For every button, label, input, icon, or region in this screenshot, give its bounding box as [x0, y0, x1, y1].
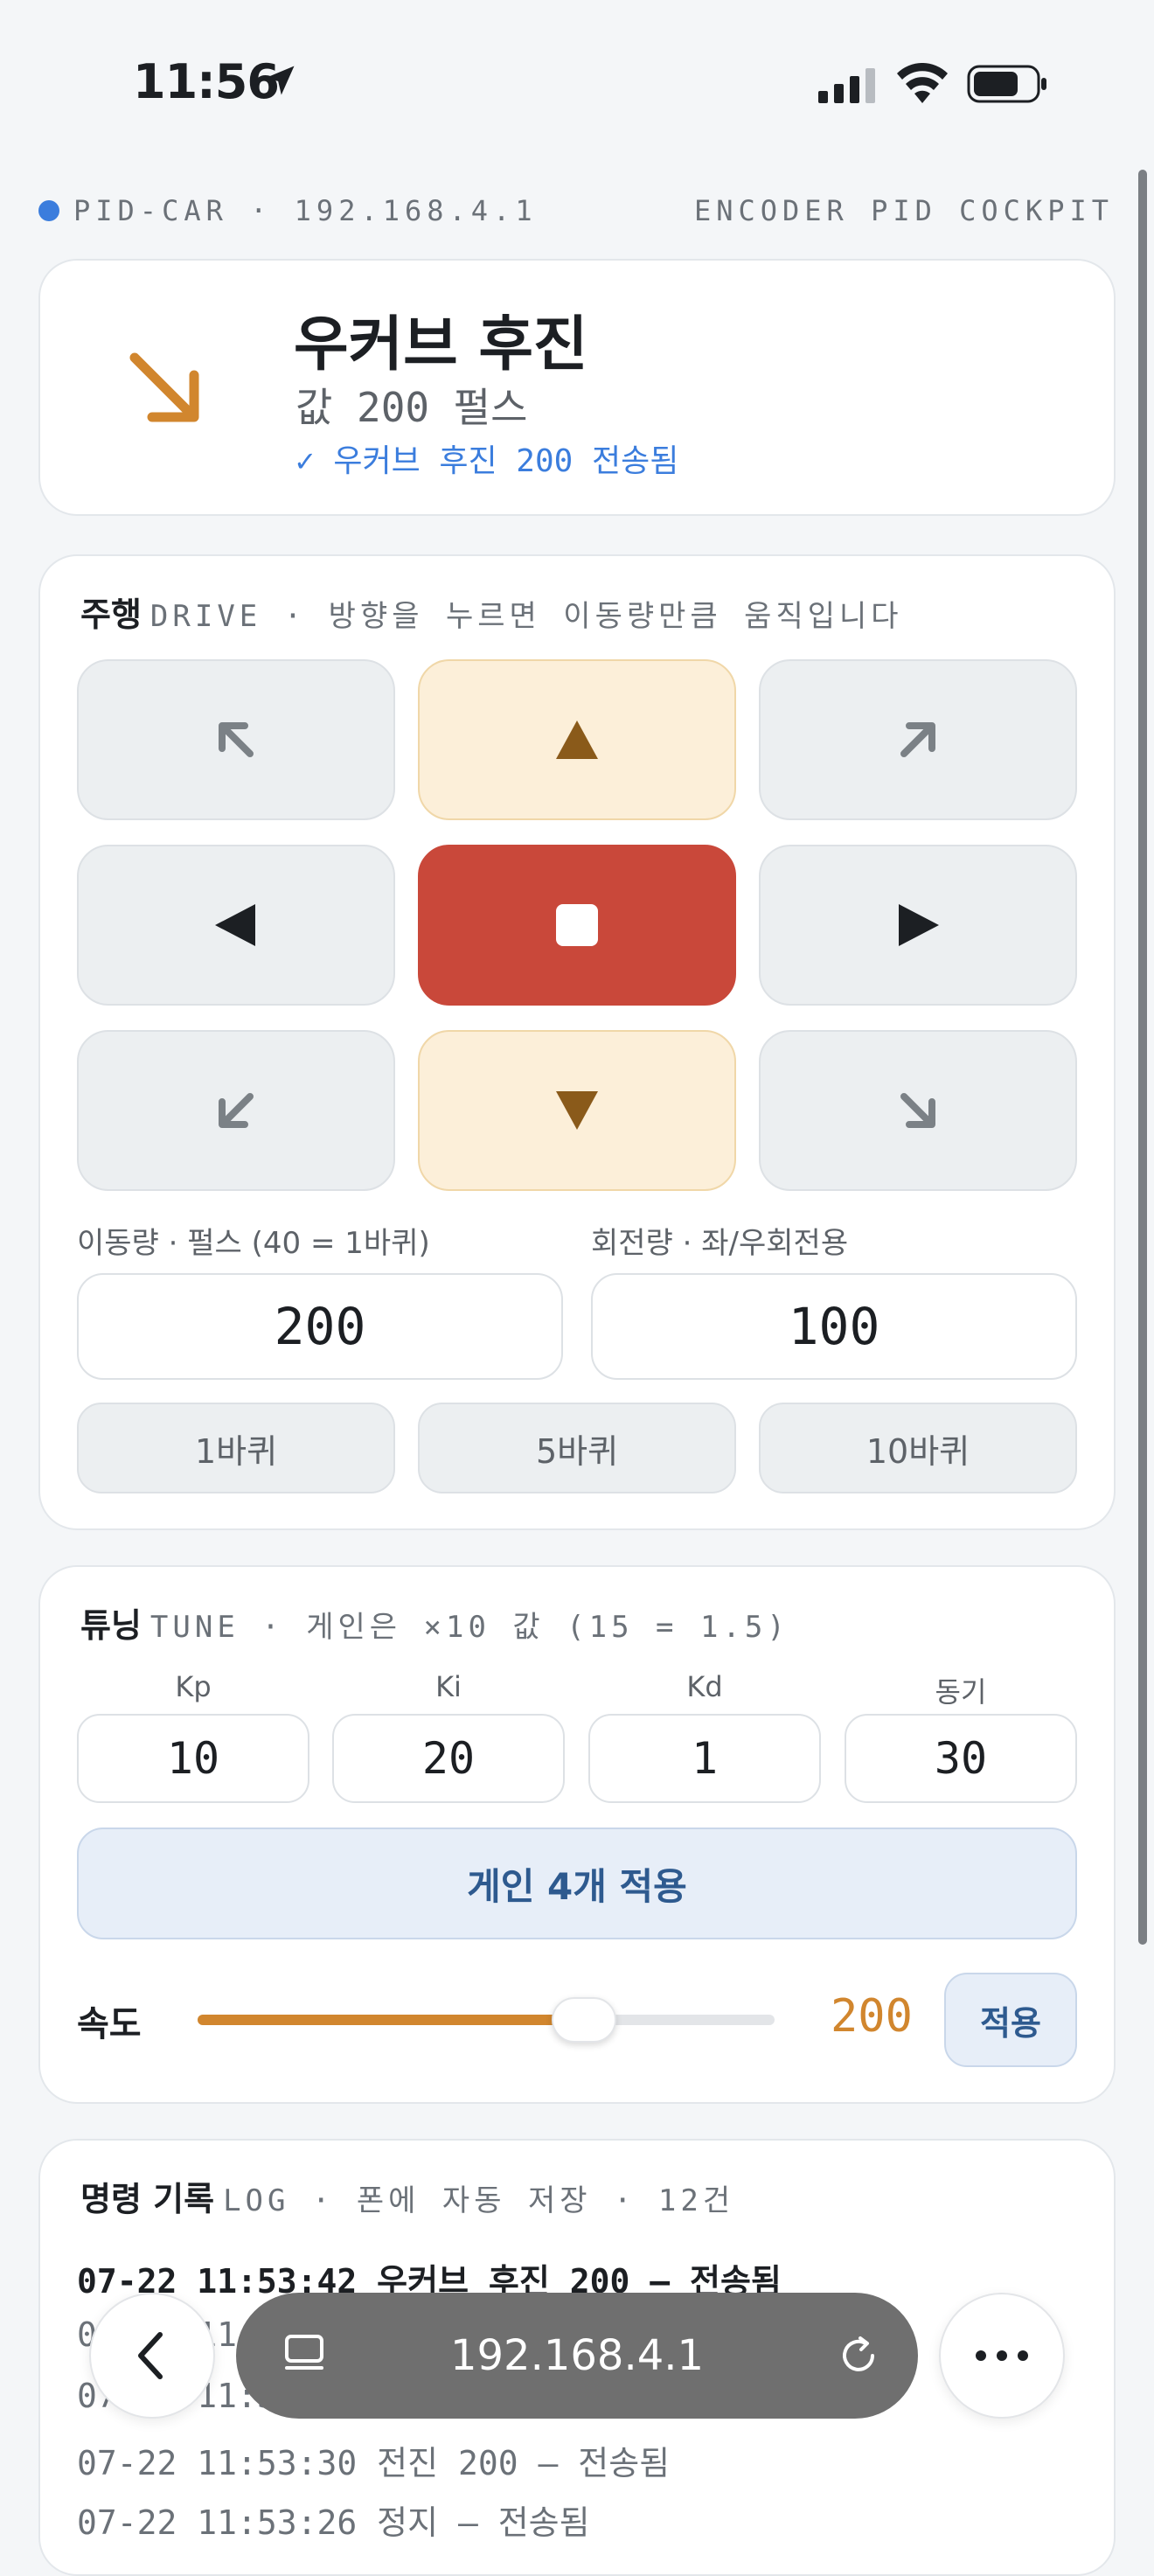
log-entry: 07-22 11:53:30 전진 200 — 전송됨 — [77, 2444, 671, 2482]
distance-label: 이동량 · 펄스 (40 = 1바퀴) — [77, 1226, 430, 1261]
location-arrow-icon — [265, 66, 295, 95]
kp-label: Kp — [175, 1670, 212, 1703]
apply-gains-button[interactable]: 게인 4개 적용 — [77, 1828, 1077, 1939]
wifi-icon — [897, 63, 948, 103]
arrow-up-left-icon — [219, 722, 254, 757]
triangle-down-icon — [556, 1091, 598, 1130]
command-sent-status: ✓ 우커브 후진 200 전송됨 — [295, 443, 679, 479]
tabs-icon — [285, 2335, 323, 2370]
backward-button[interactable] — [418, 1030, 736, 1191]
device-header: PID-CAR · 192.168.4.1 — [38, 194, 538, 227]
speed-slider-thumb[interactable] — [552, 1997, 616, 2043]
tune-subtitle: TUNE · 게인은 ×10 값 (15 = 1.5) — [149, 1610, 789, 1645]
sync-input[interactable]: 30 — [845, 1714, 1077, 1803]
arrow-up-right-icon — [900, 722, 935, 757]
log-section-title: 명령 기록 LOG · 폰에 자동 저장 · 12건 — [80, 2172, 734, 2220]
mode-header: ENCODER PID COCKPIT — [693, 194, 1114, 227]
triangle-right-icon — [899, 904, 939, 946]
forward-button[interactable] — [418, 659, 736, 820]
reload-icon[interactable] — [834, 2331, 883, 2380]
command-title: 우커브 후진 — [294, 310, 588, 379]
log-title: 명령 기록 — [80, 2180, 215, 2218]
triangle-up-icon — [556, 721, 598, 759]
kp-input[interactable]: 10 — [77, 1714, 309, 1803]
turn-input[interactable]: 100 — [591, 1273, 1077, 1380]
speed-label: 속도 — [77, 2004, 142, 2044]
command-value: 값 200 펄스 — [295, 384, 528, 431]
preset-10-wheel-button[interactable]: 10바퀴 — [759, 1403, 1077, 1493]
url-text: 192.168.4.1 — [449, 2331, 705, 2380]
turn-label: 회전량 · 좌/우회전용 — [591, 1226, 849, 1261]
left-button[interactable] — [77, 845, 395, 1006]
drive-section-title: 주행 DRIVE · 방향을 누르면 이동량만큼 움직입니다 — [80, 588, 903, 636]
connection-dot-icon — [38, 200, 59, 221]
back-button[interactable] — [89, 2293, 215, 2419]
preset-1-wheel-button[interactable]: 1바퀴 — [77, 1403, 395, 1493]
drive-title: 주행 — [80, 595, 142, 634]
tune-title: 튜닝 — [80, 1606, 142, 1645]
stop-icon — [556, 904, 598, 946]
up-left-button[interactable] — [77, 659, 395, 820]
more-dots-icon — [976, 2350, 1028, 2361]
log-subtitle: LOG · 폰에 자동 저장 · 12건 — [223, 2183, 735, 2218]
preset-5-wheel-button[interactable]: 5바퀴 — [418, 1403, 736, 1493]
speed-apply-button[interactable]: 적용 — [944, 1973, 1077, 2067]
drive-subtitle: DRIVE · 방향을 누르면 이동량만큼 움직입니다 — [149, 599, 903, 634]
speed-slider-fill — [198, 2015, 584, 2025]
stop-button[interactable] — [418, 845, 736, 1006]
distance-input[interactable]: 200 — [77, 1273, 563, 1380]
down-left-button[interactable] — [77, 1030, 395, 1191]
down-right-button[interactable] — [759, 1030, 1077, 1191]
battery-icon — [967, 65, 1046, 103]
sync-label: 동기 — [935, 1675, 987, 1709]
address-bar[interactable]: 192.168.4.1 — [236, 2293, 918, 2419]
page-scrollbar[interactable] — [1138, 170, 1147, 1945]
arrow-down-left-icon — [219, 1093, 254, 1128]
arrow-down-right-icon — [129, 352, 199, 422]
ki-input[interactable]: 20 — [332, 1714, 565, 1803]
triangle-left-icon — [215, 904, 255, 946]
kd-input[interactable]: 1 — [588, 1714, 821, 1803]
log-entry: 07-22 11:53:26 정지 — 전송됨 — [77, 2503, 590, 2542]
more-button[interactable] — [939, 2293, 1065, 2419]
chevron-left-icon — [138, 2332, 163, 2379]
right-button[interactable] — [759, 845, 1077, 1006]
speed-value: 200 — [831, 1990, 913, 2043]
ki-label: Ki — [435, 1670, 462, 1703]
up-right-button[interactable] — [759, 659, 1077, 820]
tune-section-title: 튜닝 TUNE · 게인은 ×10 값 (15 = 1.5) — [80, 1598, 789, 1647]
kd-label: Kd — [686, 1670, 723, 1703]
device-address: PID-CAR · 192.168.4.1 — [73, 194, 538, 227]
arrow-down-right-icon — [900, 1093, 935, 1128]
status-time: 11:56 — [133, 54, 280, 109]
cellular-signal-icon — [818, 68, 875, 103]
